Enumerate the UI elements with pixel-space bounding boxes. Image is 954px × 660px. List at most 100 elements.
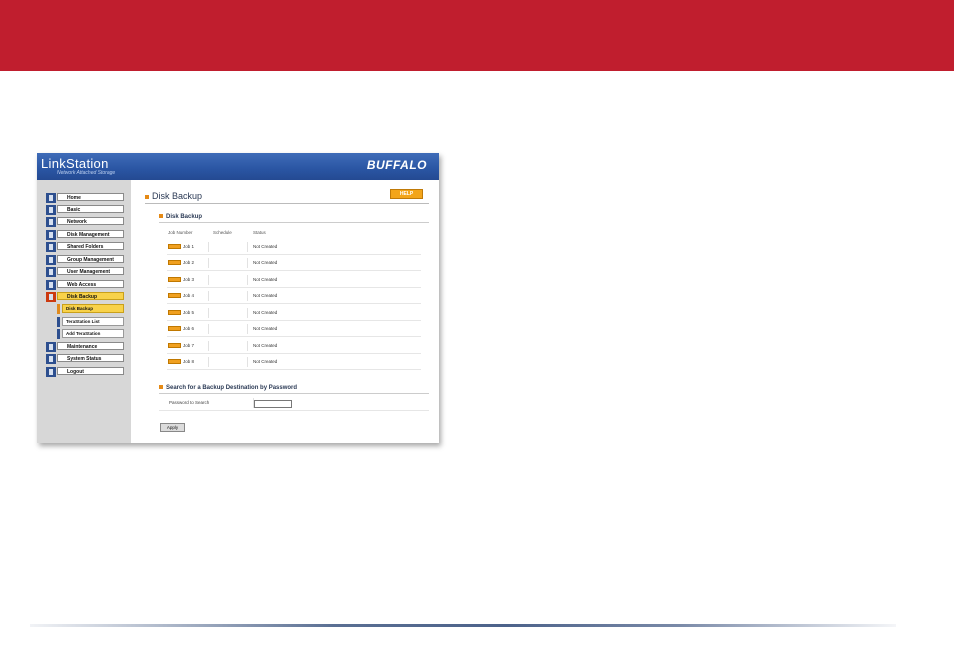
job-label[interactable]: Job 7	[183, 343, 194, 348]
cell-divider	[247, 275, 248, 285]
subitem-label: Disk Backup	[62, 304, 124, 313]
cell-divider	[247, 242, 248, 252]
bullet-icon	[145, 194, 149, 199]
status-icon	[46, 354, 56, 364]
table-row: Job 6 Not Created	[167, 321, 421, 337]
search-section-title-text: Search for a Backup Destination by Passw…	[166, 385, 298, 391]
job-icon[interactable]	[168, 277, 181, 282]
column-header-schedule: Schedule	[213, 230, 232, 235]
app-header: LinkStation Network Attached Storage BUF…	[37, 153, 439, 180]
linkstation-screenshot: LinkStation Network Attached Storage BUF…	[37, 153, 439, 443]
job-status: Not Created	[253, 343, 278, 348]
sidebar-item-label: Maintenance	[57, 342, 124, 350]
sidebar-item-label: Web Access	[57, 280, 124, 288]
job-status: Not Created	[253, 359, 278, 364]
network-icon	[46, 217, 56, 227]
job-label[interactable]: Job 3	[183, 277, 194, 282]
submenu-marker	[57, 304, 60, 314]
cell-divider	[208, 242, 209, 252]
subitem-label: TeraStation List	[62, 317, 124, 326]
job-status: Not Created	[253, 326, 278, 331]
job-label[interactable]: Job 1	[183, 244, 194, 249]
job-icon[interactable]	[168, 293, 181, 298]
sidebar-item-label: Shared Folders	[57, 242, 124, 250]
home-icon	[46, 193, 56, 203]
section-divider	[159, 393, 429, 394]
cell-divider	[208, 324, 209, 334]
search-section-title: Search for a Backup Destination by Passw…	[159, 385, 297, 391]
job-status: Not Created	[253, 244, 278, 249]
bullet-icon	[159, 385, 163, 390]
apply-button[interactable]: Apply	[160, 423, 185, 432]
password-label: Password to Search	[169, 400, 210, 405]
user-icon	[46, 267, 56, 277]
job-icon[interactable]	[168, 310, 181, 315]
cell-divider	[247, 308, 248, 318]
table-row: Job 1 Not Created	[167, 239, 421, 255]
job-icon[interactable]	[168, 260, 181, 265]
password-search-input[interactable]	[254, 400, 292, 408]
table-row: Job 5 Not Created	[167, 305, 421, 321]
job-icon[interactable]	[168, 244, 181, 249]
subitem-label: Add TeraStation	[62, 329, 124, 338]
top-red-band	[0, 0, 954, 71]
title-divider	[145, 203, 429, 204]
page-title: Disk Backup	[145, 191, 202, 201]
column-header-job-number: Job Number	[168, 230, 193, 235]
cell-divider	[208, 357, 209, 367]
job-label[interactable]: Job 8	[183, 359, 194, 364]
backup-icon	[46, 292, 56, 302]
brand-title: LinkStation	[41, 156, 109, 171]
cell-divider	[247, 357, 248, 367]
group-icon	[46, 255, 56, 265]
row-divider	[159, 410, 429, 411]
cell-divider	[247, 341, 248, 351]
section-divider	[159, 222, 429, 223]
sidebar-item-label: Network	[57, 217, 124, 225]
brand-subtitle: Network Attached Storage	[57, 170, 116, 176]
section-title-text: Disk Backup	[166, 214, 203, 220]
table-row: Job 7 Not Created	[167, 338, 421, 354]
section-title: Disk Backup	[159, 214, 202, 220]
job-label[interactable]: Job 6	[183, 326, 194, 331]
disk-icon	[46, 230, 56, 240]
job-icon[interactable]	[168, 326, 181, 331]
maintenance-icon	[46, 342, 56, 352]
sidebar-item-label: Logout	[57, 367, 124, 375]
cell-divider	[208, 308, 209, 318]
help-button[interactable]: HELP	[390, 189, 423, 199]
table-row: Job 3 Not Created	[167, 272, 421, 288]
folder-icon	[46, 242, 56, 252]
table-row: Job 8 Not Created	[167, 354, 421, 370]
buffalo-logo: BUFFALO	[366, 158, 427, 172]
sidebar: Home Basic Network Disk Management Share…	[37, 180, 131, 443]
sidebar-item-label: Disk Management	[57, 230, 124, 238]
bottom-gradient-rule	[30, 624, 896, 627]
logout-icon	[46, 367, 56, 377]
job-status: Not Created	[253, 310, 278, 315]
basic-icon	[46, 205, 56, 215]
job-icon[interactable]	[168, 359, 181, 364]
sidebar-item-label: User Management	[57, 267, 124, 275]
cell-divider	[208, 258, 209, 268]
sidebar-item-label: Home	[57, 193, 124, 201]
cell-divider	[208, 341, 209, 351]
job-label[interactable]: Job 5	[183, 310, 194, 315]
sidebar-item-label: Group Management	[57, 255, 124, 263]
job-status: Not Created	[253, 277, 278, 282]
submenu-marker	[57, 317, 60, 327]
job-status: Not Created	[253, 293, 278, 298]
sidebar-item-label: Basic	[57, 205, 124, 213]
job-label[interactable]: Job 2	[183, 260, 194, 265]
job-label[interactable]: Job 4	[183, 293, 194, 298]
cell-divider	[247, 258, 248, 268]
column-header-status: Status	[253, 230, 266, 235]
sidebar-item-label: System Status	[57, 354, 124, 362]
cell-divider	[247, 291, 248, 301]
cell-divider	[247, 324, 248, 334]
cell-divider	[208, 291, 209, 301]
job-icon[interactable]	[168, 343, 181, 348]
table-row: Job 4 Not Created	[167, 288, 421, 304]
main-content: Disk Backup HELP Disk Backup Job Number …	[131, 180, 439, 443]
submenu-marker	[57, 329, 60, 339]
